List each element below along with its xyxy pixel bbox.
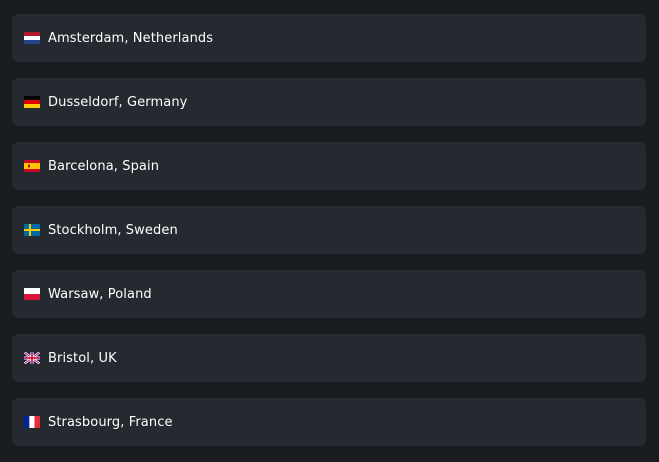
sweden-flag-icon bbox=[24, 224, 40, 236]
location-item-dusseldorf[interactable]: Dusseldorf, Germany bbox=[12, 78, 646, 126]
location-label: Stockholm, Sweden bbox=[48, 222, 178, 238]
location-list: Amsterdam, Netherlands Dusseldorf, Germa… bbox=[12, 14, 646, 446]
location-label: Strasbourg, France bbox=[48, 414, 173, 430]
location-item-barcelona[interactable]: Barcelona, Spain bbox=[12, 142, 646, 190]
location-item-warsaw[interactable]: Warsaw, Poland bbox=[12, 270, 646, 318]
poland-flag-icon bbox=[24, 288, 40, 300]
uk-flag-icon bbox=[24, 352, 40, 364]
location-label: Warsaw, Poland bbox=[48, 286, 152, 302]
spain-flag-icon bbox=[24, 160, 40, 172]
netherlands-flag-icon bbox=[24, 32, 40, 44]
location-item-bristol[interactable]: Bristol, UK bbox=[12, 334, 646, 382]
location-item-strasbourg[interactable]: Strasbourg, France bbox=[12, 398, 646, 446]
location-label: Amsterdam, Netherlands bbox=[48, 30, 214, 46]
location-item-amsterdam[interactable]: Amsterdam, Netherlands bbox=[12, 14, 646, 62]
france-flag-icon bbox=[24, 416, 40, 428]
location-label: Dusseldorf, Germany bbox=[48, 94, 188, 110]
germany-flag-icon bbox=[24, 96, 40, 108]
location-label: Barcelona, Spain bbox=[48, 158, 160, 174]
location-item-stockholm[interactable]: Stockholm, Sweden bbox=[12, 206, 646, 254]
location-label: Bristol, UK bbox=[48, 350, 117, 366]
